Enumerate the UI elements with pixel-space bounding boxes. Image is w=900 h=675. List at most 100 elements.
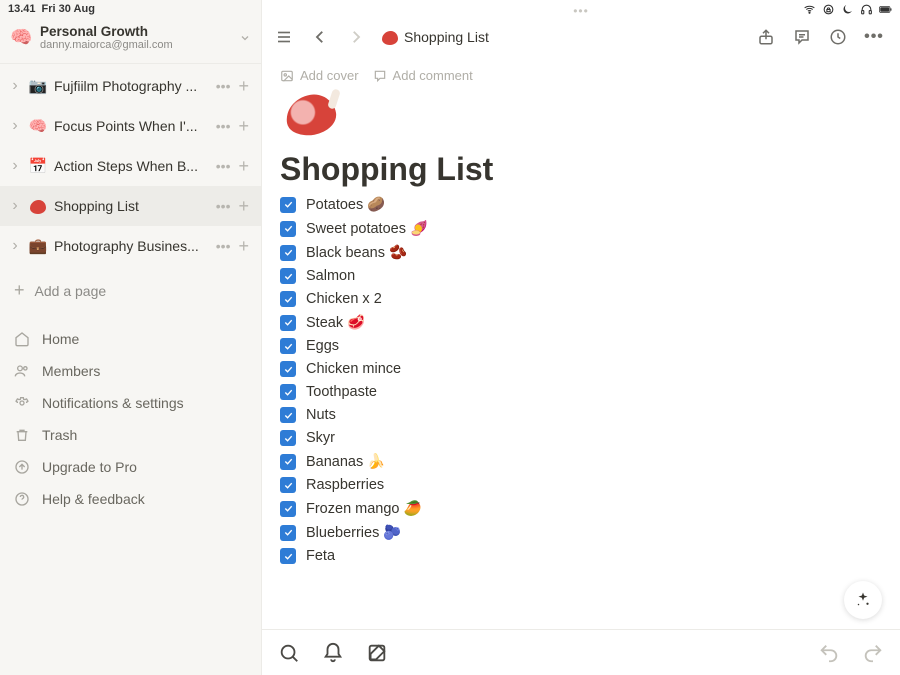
nav-help[interactable]: Help & feedback (0, 483, 261, 515)
chevron-right-icon[interactable]: › (8, 77, 22, 95)
breadcrumb[interactable]: Shopping List (382, 29, 489, 45)
add-comment-label: Add comment (393, 68, 473, 83)
sidebar-item-action-steps[interactable]: › 📅 Action Steps When B... •••+ (0, 146, 261, 186)
todo-item[interactable]: Eggs (280, 338, 900, 354)
undo-button[interactable] (818, 642, 840, 664)
todo-item[interactable]: Salmon (280, 268, 900, 284)
nav-settings[interactable]: Notifications & settings (0, 387, 261, 419)
checkbox-checked[interactable] (280, 315, 296, 331)
add-comment-button[interactable]: Add comment (373, 68, 473, 83)
nav-trash[interactable]: Trash (0, 419, 261, 451)
compose-button[interactable] (366, 642, 388, 664)
plus-icon[interactable]: + (238, 77, 249, 95)
comments-button[interactable] (788, 23, 816, 51)
plus-icon[interactable]: + (238, 157, 249, 175)
workspace-switcher[interactable]: 🧠 Personal Growth danny.maiorca@gmail.co… (0, 18, 261, 61)
sidebar-item-focus-points[interactable]: › 🧠 Focus Points When I'... •••+ (0, 106, 261, 146)
plus-icon[interactable]: + (238, 237, 249, 255)
sidebar-item-fujifilm[interactable]: › 📷 Fujfiilm Photography ... •••+ (0, 66, 261, 106)
forward-button[interactable] (342, 23, 370, 51)
checkbox-checked[interactable] (280, 407, 296, 423)
chevron-right-icon[interactable]: › (8, 157, 22, 175)
status-date: Fri 30 Aug (42, 3, 95, 15)
checkbox-checked[interactable] (280, 291, 296, 307)
nav-upgrade[interactable]: Upgrade to Pro (0, 451, 261, 483)
checkbox-checked[interactable] (280, 525, 296, 541)
battery-icon (879, 3, 892, 16)
more-icon[interactable]: ••• (216, 78, 231, 94)
chevron-right-icon[interactable]: › (8, 117, 22, 135)
page-label: Shopping List (54, 198, 210, 214)
checkbox-checked[interactable] (280, 245, 296, 261)
image-icon (280, 69, 294, 83)
checkbox-checked[interactable] (280, 361, 296, 377)
todo-label: Blueberries 🫐 (306, 524, 401, 541)
checkbox-checked[interactable] (280, 430, 296, 446)
plus-icon[interactable]: + (238, 117, 249, 135)
page-icon (28, 198, 48, 215)
workspace-title: Personal Growth (40, 24, 231, 39)
todo-item[interactable]: Bananas 🍌 (280, 453, 900, 470)
nav-label: Upgrade to Pro (42, 459, 137, 475)
ai-fab-button[interactable] (844, 581, 882, 619)
menu-button[interactable] (270, 23, 298, 51)
checkbox-checked[interactable] (280, 221, 296, 237)
redo-button[interactable] (862, 642, 884, 664)
status-bar: 13.41 Fri 30 Aug (0, 0, 261, 18)
topbar: Shopping List ••• (262, 14, 900, 58)
todo-item[interactable]: Skyr (280, 430, 900, 446)
todo-item[interactable]: Chicken x 2 (280, 291, 900, 307)
plus-icon[interactable]: + (238, 197, 249, 215)
todo-item[interactable]: Nuts (280, 407, 900, 423)
todo-label: Frozen mango 🥭 (306, 500, 422, 517)
todo-item[interactable]: Steak 🥩 (280, 314, 900, 331)
nav-home[interactable]: Home (0, 323, 261, 355)
todo-item[interactable]: Chicken mince (280, 361, 900, 377)
chevron-right-icon[interactable]: › (8, 237, 22, 255)
todo-label: Raspberries (306, 477, 384, 493)
sidebar-item-shopping-list[interactable]: › Shopping List ••• + (0, 186, 261, 226)
checkbox-checked[interactable] (280, 454, 296, 470)
add-page-button[interactable]: + Add a page (0, 266, 261, 315)
system-status-icons (803, 0, 900, 18)
nav-members[interactable]: Members (0, 355, 261, 387)
sidebar-item-photography-business[interactable]: › 💼 Photography Busines... •••+ (0, 226, 261, 266)
checkbox-checked[interactable] (280, 477, 296, 493)
wifi-icon (803, 3, 816, 16)
checkbox-checked[interactable] (280, 197, 296, 213)
grab-handle-icon[interactable]: ••• (573, 4, 589, 18)
chevron-right-icon[interactable]: › (8, 197, 22, 215)
more-button[interactable]: ••• (860, 23, 888, 51)
help-icon (14, 491, 30, 507)
todo-item[interactable]: Toothpaste (280, 384, 900, 400)
checkbox-checked[interactable] (280, 338, 296, 354)
bottom-toolbar (262, 629, 900, 675)
workspace-email: danny.maiorca@gmail.com (40, 39, 231, 51)
checkbox-checked[interactable] (280, 548, 296, 564)
todo-item[interactable]: Potatoes 🥔 (280, 196, 900, 213)
checkbox-checked[interactable] (280, 268, 296, 284)
todo-item[interactable]: Sweet potatoes 🍠 (280, 220, 900, 237)
checkbox-checked[interactable] (280, 384, 296, 400)
notifications-button[interactable] (322, 642, 344, 664)
more-icon[interactable]: ••• (216, 198, 231, 214)
todo-item[interactable]: Black beans 🫘 (280, 244, 900, 261)
steak-icon (280, 89, 344, 143)
page-title[interactable]: Shopping List (280, 149, 900, 196)
back-button[interactable] (306, 23, 334, 51)
todo-item[interactable]: Blueberries 🫐 (280, 524, 900, 541)
share-button[interactable] (752, 23, 780, 51)
history-button[interactable] (824, 23, 852, 51)
more-icon[interactable]: ••• (216, 158, 231, 174)
page-emoji[interactable] (280, 89, 900, 149)
todo-item[interactable]: Frozen mango 🥭 (280, 500, 900, 517)
todo-item[interactable]: Raspberries (280, 477, 900, 493)
search-button[interactable] (278, 642, 300, 664)
add-cover-button[interactable]: Add cover (280, 68, 359, 83)
todo-item[interactable]: Feta (280, 548, 900, 564)
page-label: Photography Busines... (54, 238, 210, 254)
sidebar-pages: › 📷 Fujfiilm Photography ... •••+ › 🧠 Fo… (0, 66, 261, 266)
more-icon[interactable]: ••• (216, 118, 231, 134)
more-icon[interactable]: ••• (216, 238, 231, 254)
checkbox-checked[interactable] (280, 501, 296, 517)
